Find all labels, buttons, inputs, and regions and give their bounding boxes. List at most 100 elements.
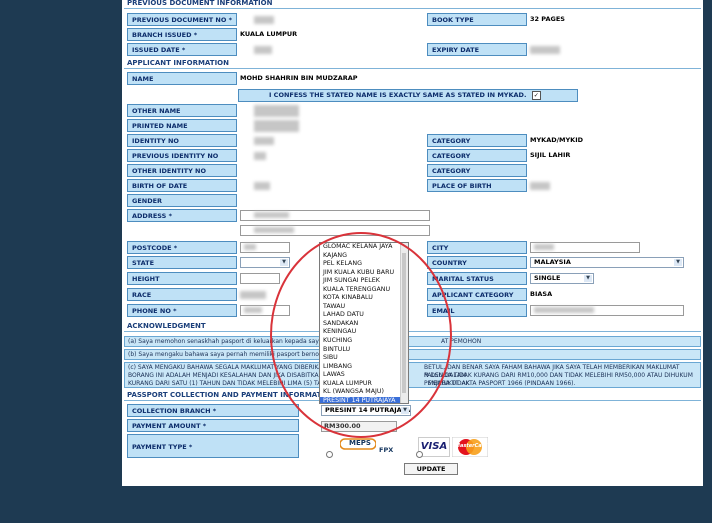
dropdown-option[interactable]: BINTULU bbox=[320, 346, 408, 355]
label-height: HEIGHT bbox=[127, 272, 237, 285]
height-input[interactable] bbox=[240, 273, 280, 284]
ack-c-line-1: (c) SAYA MENGAKU BAHAWA SEGALA MAKLUMAT … bbox=[128, 364, 697, 379]
redacted-other-name bbox=[254, 105, 299, 117]
label-race: RACE bbox=[127, 288, 237, 301]
label-identity-no: IDENTITY NO bbox=[127, 134, 237, 147]
payment-amount-field: RM300.00 bbox=[321, 421, 397, 432]
chevron-down-icon: ▼ bbox=[674, 259, 682, 266]
ack-c-line-2: BORANG INI ADALAH MENJADI KESALAHAN DAN … bbox=[128, 372, 697, 387]
label-gender: GENDER bbox=[127, 194, 237, 207]
label-payment-type: PAYMENT TYPE * bbox=[127, 434, 299, 458]
redacted-expiry-date bbox=[530, 46, 560, 54]
value-applicant-category: BIASA bbox=[530, 290, 553, 298]
redacted-issued-date bbox=[254, 46, 272, 54]
dropdown-option[interactable]: SANDAKAN bbox=[320, 320, 408, 329]
marital-status-select[interactable]: SINGLE ▼ bbox=[530, 273, 594, 284]
label-issued-date: ISSUED DATE * bbox=[127, 43, 237, 56]
label-birth-of-date: BIRTH OF DATE bbox=[127, 179, 237, 192]
dropdown-options: GLOMAC KELANA JAYA KAJANG PEL KELANG JIM KU… bbox=[320, 243, 408, 403]
redacted-place-of-birth bbox=[530, 182, 550, 190]
label-marital-status: MARITAL STATUS bbox=[427, 272, 527, 285]
redacted-previous-document-no bbox=[254, 16, 274, 24]
redacted-city bbox=[534, 244, 554, 250]
right-frame bbox=[703, 0, 712, 523]
left-frame bbox=[0, 0, 122, 523]
dropdown-option[interactable]: KUCHING bbox=[320, 337, 408, 346]
dropdown-option[interactable]: JIM SUNGAI PELEK bbox=[320, 277, 408, 286]
ack-item-c: (c) SAYA MENGAKU BAHAWA SEGALA MAKLUMAT … bbox=[124, 362, 701, 388]
dropdown-option[interactable]: KUALA TERENGGANU bbox=[320, 286, 408, 295]
check-icon[interactable]: ✓ bbox=[531, 90, 541, 100]
country-select[interactable]: MALAYSIA ▼ bbox=[530, 257, 684, 268]
update-button[interactable]: UPDATE bbox=[404, 463, 458, 475]
redacted-printed-name bbox=[254, 120, 299, 132]
dropdown-option[interactable]: LIMBANG bbox=[320, 363, 408, 372]
redacted-race bbox=[240, 291, 266, 299]
section-previous-document: PREVIOUS DOCUMENT INFORMATION bbox=[124, 0, 701, 9]
ack-c-3b: MENGIKUT AKTA PASPORT 1966 (PINDAAN 1966… bbox=[428, 380, 576, 387]
ack-c-1a: (c) SAYA MENGAKU BAHAWA SEGALA MAKLUMAT … bbox=[128, 364, 323, 371]
label-postcode: POSTCODE * bbox=[127, 241, 237, 254]
state-select[interactable]: ▼ bbox=[240, 257, 290, 268]
redacted-address-1 bbox=[254, 212, 289, 218]
redacted-phone bbox=[244, 307, 262, 313]
label-country: COUNTRY bbox=[427, 256, 527, 269]
section-acknowledgement: ACKNOWLEDGMENT bbox=[124, 321, 701, 332]
label-expiry-date: EXPIRY DATE bbox=[427, 43, 527, 56]
dropdown-option[interactable]: TAWAU bbox=[320, 303, 408, 312]
redacted-birth-date bbox=[254, 182, 270, 190]
ack-item-a: (a) Saya memohon senaskhah pasport di ke… bbox=[124, 336, 701, 347]
chevron-down-icon: ▼ bbox=[401, 407, 409, 414]
card-radio[interactable] bbox=[416, 451, 423, 458]
label-email: EMAIL bbox=[427, 304, 527, 317]
dropdown-option[interactable]: GLOMAC KELANA JAYA bbox=[320, 243, 408, 252]
value-category-previous: SIJIL LAHIR bbox=[530, 151, 571, 159]
dropdown-option[interactable]: SIBU bbox=[320, 354, 408, 363]
fpx-logo: FPX bbox=[379, 446, 394, 454]
label-previous-document-no: PREVIOUS DOCUMENT NO * bbox=[127, 13, 237, 26]
scrollbar-thumb[interactable] bbox=[402, 253, 406, 393]
passport-form: PREVIOUS DOCUMENT INFORMATION PREVIOUS D… bbox=[122, 0, 703, 486]
label-state: STATE bbox=[127, 256, 237, 269]
label-category-identity: CATEGORY bbox=[427, 134, 527, 147]
label-book-type: BOOK TYPE bbox=[427, 13, 527, 26]
name-confession-banner: I CONFESS THE STATED NAME IS EXACTLY SAM… bbox=[238, 89, 578, 102]
dropdown-scrollbar[interactable] bbox=[400, 243, 408, 403]
label-address: ADDRESS * bbox=[127, 209, 237, 222]
label-city: CITY bbox=[427, 241, 527, 254]
label-category-previous: CATEGORY bbox=[427, 149, 527, 162]
meps-logo-text: MEPS bbox=[349, 439, 371, 447]
label-previous-identity-no: PREVIOUS IDENTITY NO bbox=[127, 149, 237, 162]
value-category-identity: MYKAD/MYKID bbox=[530, 136, 584, 144]
dropdown-option[interactable]: KL (WANGSA MAJU) bbox=[320, 388, 408, 397]
marital-selected-value: SINGLE bbox=[534, 274, 561, 282]
ack-text-a: (a) Saya memohon senaskhah pasport di ke… bbox=[128, 338, 336, 345]
value-branch-issued: KUALA LUMPUR bbox=[240, 30, 298, 38]
redacted-identity-no bbox=[254, 137, 274, 145]
dropdown-option[interactable]: KENINGAU bbox=[320, 328, 408, 337]
ack-c-line-3: KURANG DARI SATU (1) TAHUN DAN TIDAK MEL… bbox=[128, 380, 697, 387]
dropdown-option[interactable]: PRESINT 14 PUTRAJAYA bbox=[320, 396, 408, 403]
dropdown-option[interactable]: LAHAD DATU bbox=[320, 311, 408, 320]
label-payment-amount: PAYMENT AMOUNT * bbox=[127, 419, 299, 432]
label-collection-branch: COLLECTION BRANCH * bbox=[127, 404, 299, 417]
label-name: NAME bbox=[127, 72, 237, 85]
dropdown-option[interactable]: PEL KELANG bbox=[320, 260, 408, 269]
dropdown-option[interactable]: KOTA KINABALU bbox=[320, 294, 408, 303]
dropdown-option[interactable]: KUALA LUMPUR bbox=[320, 380, 408, 389]
country-selected-value: MALAYSIA bbox=[534, 258, 571, 266]
ack-c-3a: KURANG DARI SATU (1) TAHUN DAN TIDAK MEL… bbox=[128, 380, 335, 387]
collection-branch-dropdown[interactable]: GLOMAC KELANA JAYA KAJANG PEL KELANG JIM KU… bbox=[319, 242, 409, 404]
dropdown-option[interactable]: LAWAS bbox=[320, 371, 408, 380]
dropdown-option[interactable]: JIM KUALA KUBU BARU bbox=[320, 269, 408, 278]
collection-branch-select[interactable]: PRESINT 14 PUTRAJAYA ▼ bbox=[321, 405, 411, 416]
ack-text-a-tail: AT PEMOHON bbox=[441, 338, 482, 345]
fpx-radio[interactable] bbox=[326, 451, 333, 458]
section-applicant: APPLICANT INFORMATION bbox=[124, 58, 701, 69]
mastercard-logo-text: MasterCard bbox=[455, 443, 488, 449]
chevron-down-icon: ▼ bbox=[584, 275, 592, 282]
dropdown-option[interactable]: KAJANG bbox=[320, 252, 408, 261]
label-branch-issued: BRANCH ISSUED * bbox=[127, 28, 237, 41]
value-name: MOHD SHAHRIN BIN MUDZARAP bbox=[240, 74, 358, 82]
label-applicant-category: APPLICANT CATEGORY bbox=[427, 288, 527, 301]
